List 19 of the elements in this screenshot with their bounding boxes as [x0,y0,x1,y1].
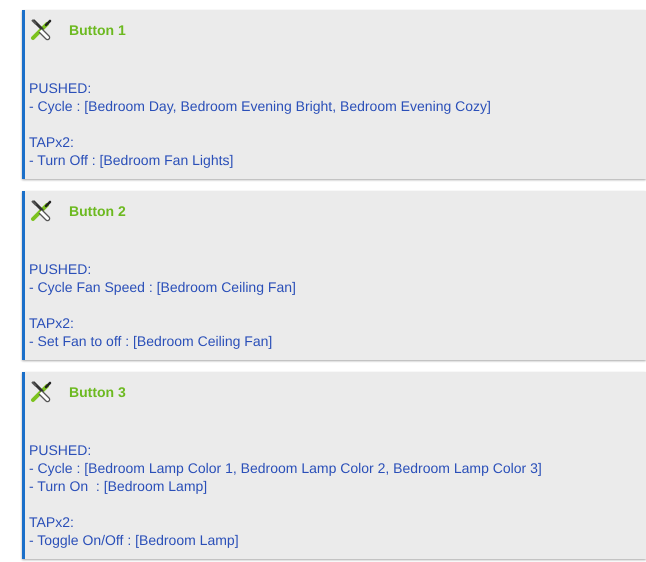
section-heading: TAPx2: [29,133,75,151]
card-title: Button 3 [69,384,126,400]
action-line: - Set Fan to off : [Bedroom Ceiling Fan] [29,332,274,350]
section-heading: PUSHED: [29,260,92,278]
action-line: - Turn Off : [Bedroom Fan Lights] [29,151,234,169]
tools-icon [29,380,53,404]
tools-icon [29,199,53,223]
action-line: - Toggle On/Off : [Bedroom Lamp] [29,531,240,549]
section-heading: TAPx2: [29,314,75,332]
action-line: - Cycle : [Bedroom Lamp Color 1, Bedroom Lamp Color 2, Bedroom Lamp Color 3] [29,459,543,477]
card-title: Button 2 [69,203,126,219]
section-heading: PUSHED: [29,441,92,459]
card-title: Button 1 [69,22,126,38]
action-line: - Cycle : [Bedroom Day, Bedroom Evening Bright, Bedroom Evening Cozy] [29,97,492,115]
tools-icon [29,18,53,42]
action-line: - Turn On : [Bedroom Lamp] [29,477,208,495]
section-heading: TAPx2: [29,513,75,531]
action-line: - Cycle Fan Speed : [Bedroom Ceiling Fan] [29,278,297,296]
section-heading: PUSHED: [29,79,92,97]
